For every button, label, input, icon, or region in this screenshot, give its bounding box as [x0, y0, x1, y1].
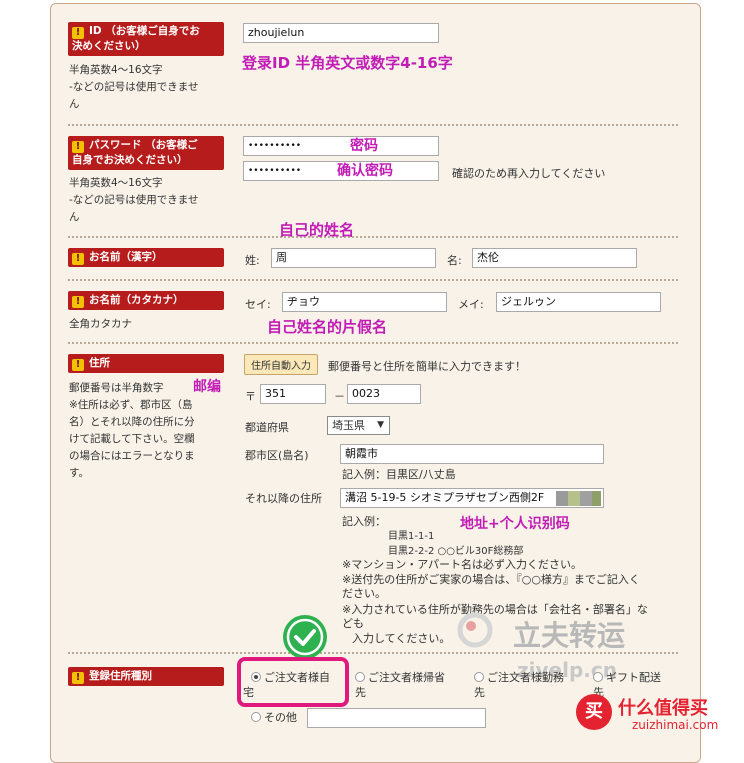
- separator: [68, 124, 678, 126]
- address-autofill-button[interactable]: 住所自動入力: [244, 354, 318, 375]
- warning-icon: !: [72, 359, 84, 371]
- street-example-1: 目黒1-1-1: [388, 531, 435, 542]
- zuizhimai-logo-icon: 买: [576, 694, 612, 730]
- street-example-label: 記入例：: [342, 515, 386, 528]
- id-label: ! ID （お客様ご自身でお 決めください）: [68, 22, 224, 56]
- id-input[interactable]: zhoujielun: [243, 23, 439, 43]
- zip-annotation: 邮编: [193, 379, 221, 395]
- checkmark-icon: [283, 615, 327, 659]
- password-confirm-annotation: 确认密码: [337, 163, 393, 179]
- last-name-input[interactable]: 周: [271, 248, 436, 268]
- radio-icon[interactable]: [593, 672, 603, 682]
- separator: [68, 236, 678, 238]
- prefecture-select[interactable]: 埼玉県 ▼: [327, 416, 390, 435]
- warning-icon: !: [72, 672, 84, 684]
- city-example: 記入例：目黒区/八丈島: [342, 468, 456, 481]
- password-label: ! パスワード （お客様ご 自身でお決めください）: [68, 136, 224, 170]
- name-kana-label: ! お名前（カタカナ）: [68, 291, 224, 310]
- first-name-label: 名:: [447, 254, 462, 267]
- kana-annotation: 自己姓名的片假名: [267, 318, 388, 336]
- id-annotation: 登录ID 半角英文或数字4-16字: [242, 54, 453, 72]
- zip2-input[interactable]: 0023: [347, 384, 421, 404]
- password-confirm-hint: 確認のため再入力してください: [452, 167, 606, 180]
- address-notice-1: ※マンション・アパート名は必ず入力ください。: [342, 558, 582, 571]
- postal-mark: 〒: [245, 390, 256, 403]
- watermark-zuizhimai: 什么值得买: [618, 698, 708, 719]
- address-notice-5: ども: [342, 617, 364, 630]
- warning-icon: !: [72, 253, 84, 265]
- address-type-option-other[interactable]: その他: [251, 710, 297, 725]
- separator: [68, 342, 678, 344]
- city-input[interactable]: 朝霞市: [340, 444, 604, 464]
- chevron-down-icon: ▼: [377, 420, 384, 430]
- address-type-option-work[interactable]: ご注文者様勤務 先: [474, 670, 564, 700]
- kana-last-input[interactable]: ヂョウ: [282, 292, 447, 312]
- name-kanji-label: ! お名前（漢字）: [68, 248, 224, 267]
- password-annotation: 密码: [350, 138, 378, 154]
- kana-first-input[interactable]: ジェルゥン: [496, 292, 661, 312]
- street-label: それ以降の住所: [245, 492, 322, 505]
- kana-first-label: メイ:: [458, 298, 484, 311]
- radio-icon[interactable]: [355, 672, 365, 682]
- address-annotation: 地址+个人识别码: [460, 516, 570, 532]
- street-example-2: 目黒2-2-2 ○○ビル30F総務部: [388, 546, 524, 557]
- kana-last-label: セイ:: [245, 298, 271, 311]
- zip1-input[interactable]: 351: [260, 384, 326, 404]
- address-type-other-input[interactable]: [307, 708, 486, 728]
- address-notice-6: 入力してください。: [352, 632, 451, 645]
- warning-icon: !: [72, 296, 84, 308]
- id-note: 半角英数4～16文字 -などの記号は使用できませ ん: [69, 64, 199, 110]
- password-note: 半角英数4～16文字 -などの記号は使用できませ ん: [69, 177, 199, 223]
- separator: [68, 652, 678, 654]
- redacted-block: [556, 491, 601, 506]
- separator: [68, 279, 678, 281]
- zip-dash: －: [334, 390, 345, 403]
- first-name-input[interactable]: 杰伦: [472, 248, 637, 268]
- watermark-logo-icon: [457, 612, 493, 648]
- address-label: ! 住所: [68, 354, 224, 373]
- password-input[interactable]: ••••••••••: [243, 136, 439, 156]
- address-autofill-hint: 郵便番号と住所を簡単に入力できます！: [328, 360, 526, 373]
- last-name-label: 姓:: [245, 254, 260, 267]
- name-kana-note: 全角カタカナ: [69, 318, 132, 330]
- warning-icon: !: [72, 27, 84, 39]
- watermark-zuizhimai-url: zuizhimai.com: [632, 718, 719, 732]
- address-notice-2: ※送付先の住所がご実家の場合は、『○○様方』までご記入く: [342, 573, 640, 586]
- address-notice-3: ださい。: [342, 587, 386, 600]
- prefecture-label: 都道府県: [245, 421, 289, 434]
- name-annotation: 自己的姓名: [279, 221, 355, 239]
- address-type-option-hometown[interactable]: ご注文者様帰省 先: [355, 670, 445, 700]
- address-type-label: ! 登録住所種別: [68, 667, 224, 686]
- radio-icon[interactable]: [251, 712, 261, 722]
- highlight-box: [237, 657, 349, 707]
- radio-icon[interactable]: [474, 672, 484, 682]
- city-label: 郡市区(島名): [245, 449, 309, 462]
- warning-icon: !: [72, 141, 84, 153]
